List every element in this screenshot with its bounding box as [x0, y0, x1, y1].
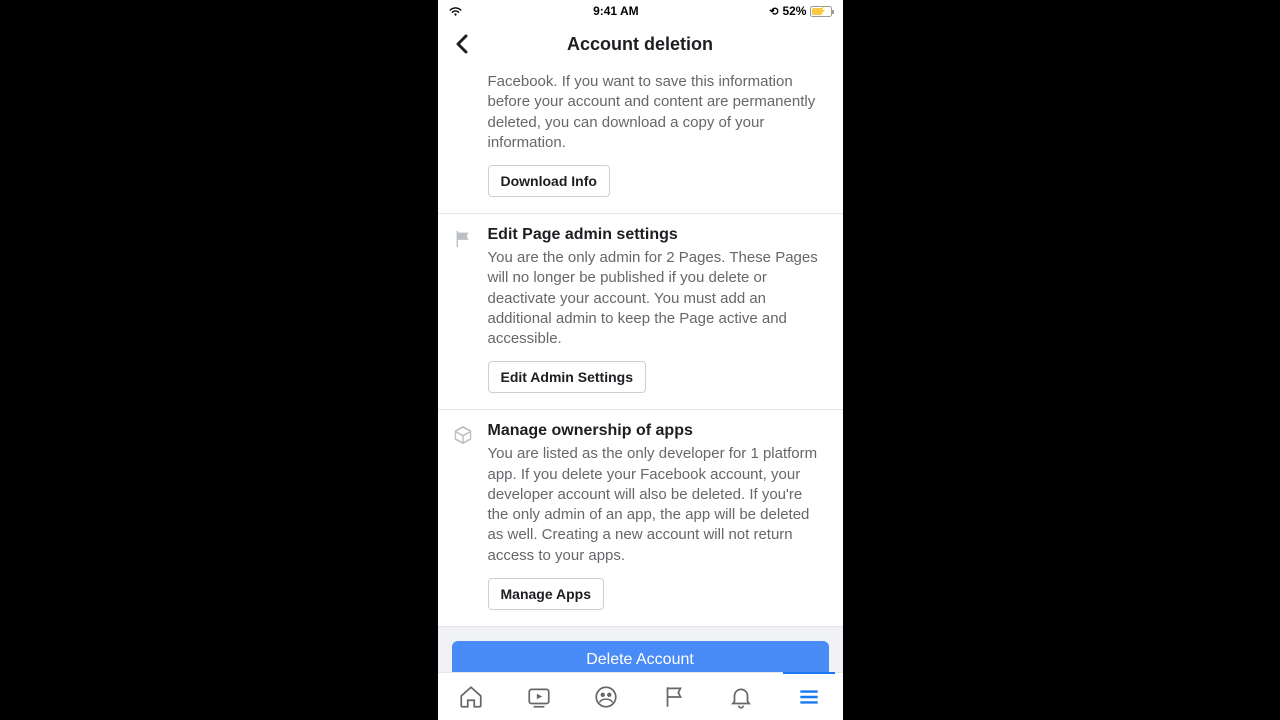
- page-admin-body: You are the only admin for 2 Pages. Thes…: [488, 248, 827, 349]
- action-area: Delete Account Cancel: [438, 627, 843, 672]
- manage-apps-title: Manage ownership of apps: [488, 422, 827, 440]
- phone-frame: 9:41 AM ⟲ 52% ⚡ Account deletion Faceboo…: [438, 0, 843, 720]
- status-left: [448, 6, 463, 17]
- nav-header: Account deletion: [438, 22, 843, 66]
- download-info-body: Facebook. If you want to save this infor…: [488, 72, 827, 153]
- flag-icon: [452, 228, 474, 250]
- wifi-icon: [448, 6, 463, 17]
- content-scroll[interactable]: Facebook. If you want to save this infor…: [438, 66, 843, 672]
- tab-pages[interactable]: [640, 673, 708, 720]
- flag-outline-icon: [661, 684, 687, 710]
- chevron-left-icon: [455, 34, 469, 54]
- download-info-button[interactable]: Download Info: [488, 165, 610, 197]
- orientation-lock-icon: ⟲: [769, 5, 778, 18]
- page-admin-section: Edit Page admin settings You are the onl…: [438, 214, 843, 410]
- home-icon: [458, 684, 484, 710]
- cube-icon: [452, 424, 474, 446]
- groups-icon: [593, 684, 619, 710]
- status-time: 9:41 AM: [593, 4, 639, 18]
- back-button[interactable]: [450, 32, 474, 56]
- tab-menu[interactable]: [775, 673, 843, 720]
- delete-account-button[interactable]: Delete Account: [452, 641, 829, 672]
- status-right: ⟲ 52% ⚡: [769, 4, 832, 18]
- edit-admin-settings-button[interactable]: Edit Admin Settings: [488, 361, 646, 393]
- page-admin-title: Edit Page admin settings: [488, 226, 827, 244]
- bell-icon: [728, 684, 754, 710]
- tab-notifications[interactable]: [708, 673, 776, 720]
- tab-groups[interactable]: [573, 673, 641, 720]
- tab-bar: [438, 672, 843, 720]
- manage-apps-section: Manage ownership of apps You are listed …: [438, 410, 843, 627]
- tab-watch[interactable]: [505, 673, 573, 720]
- manage-apps-body: You are listed as the only developer for…: [488, 444, 827, 566]
- download-info-section: Facebook. If you want to save this infor…: [438, 72, 843, 214]
- manage-apps-button[interactable]: Manage Apps: [488, 578, 605, 610]
- status-bar: 9:41 AM ⟲ 52% ⚡: [438, 0, 843, 22]
- battery-percent: 52%: [782, 4, 806, 18]
- page-title: Account deletion: [567, 34, 713, 55]
- watch-icon: [526, 684, 552, 710]
- tab-home[interactable]: [438, 673, 506, 720]
- battery-icon: ⚡: [810, 6, 832, 17]
- hamburger-icon: [796, 684, 822, 710]
